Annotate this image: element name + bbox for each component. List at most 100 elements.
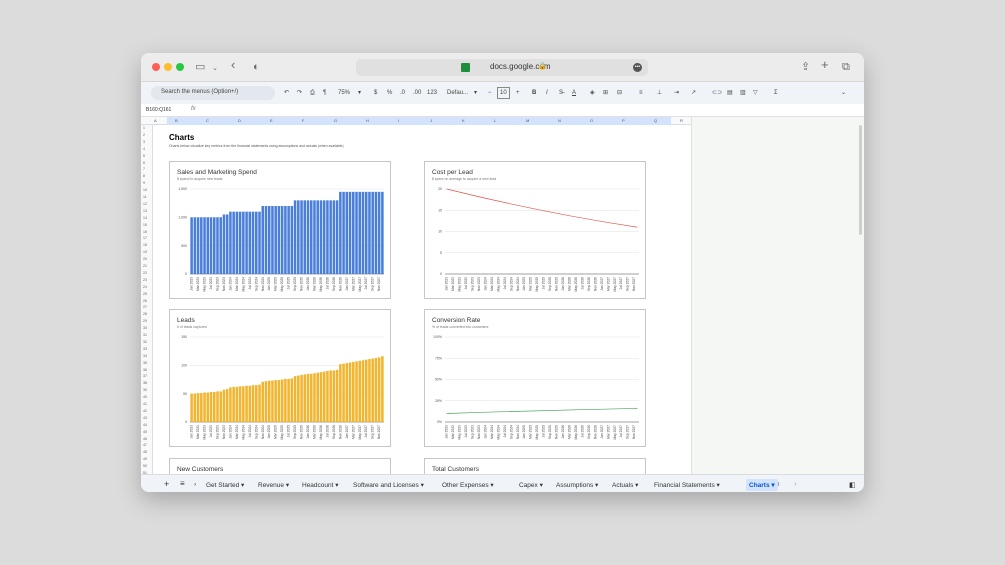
column-header-f[interactable]: F [302,118,304,123]
filter-icon[interactable]: ▽ [753,89,758,97]
row-header[interactable]: 47 [143,443,147,447]
row-header[interactable]: 15 [143,223,147,227]
sheet-tab-headcount[interactable]: Headcount ▾ [299,479,342,491]
row-header[interactable]: 19 [143,250,147,254]
row-header[interactable]: 30 [143,326,147,330]
row-header[interactable]: 12 [143,202,147,206]
scroll-tabs-right-icon[interactable]: › [791,477,800,489]
chevron-down-icon[interactable]: ⌄ [212,62,218,76]
vertical-scrollbar[interactable] [859,125,862,235]
column-header-n[interactable]: N [558,118,561,123]
row-header[interactable]: 10 [143,188,147,192]
vertical-align-icon[interactable]: ⊥ [657,89,662,97]
sheet-tab-charts[interactable]: Charts ▾ [746,479,778,491]
row-header[interactable]: 21 [143,264,147,268]
row-header[interactable]: 44 [143,423,147,427]
insert-comment-icon[interactable]: ▤ [727,89,733,97]
fill-color-icon[interactable]: ◈ [590,89,595,97]
functions-icon[interactable]: Σ [774,89,778,97]
sheet-tab-assumptions[interactable]: Assumptions ▾ [553,479,601,491]
sheet-tab-capex[interactable]: Capex ▾ [516,479,546,491]
column-header-e[interactable]: E [270,118,273,123]
address-bar[interactable]: docs.google.com 🔒 ••• [356,59,648,76]
more-options-icon[interactable]: ••• [633,63,642,72]
row-header[interactable]: 1 [143,126,145,130]
row-header[interactable]: 22 [143,271,147,275]
row-header[interactable]: 41 [143,402,147,406]
column-header-g[interactable]: G [334,118,337,123]
new-tab-icon[interactable]: + [821,58,829,72]
row-header[interactable]: 11 [143,195,147,199]
column-header-c[interactable]: C [206,118,209,123]
row-header[interactable]: 3 [143,140,145,144]
chart-card-conversion-rate[interactable]: Conversion Rate % of leads converted int… [424,309,646,447]
row-header[interactable]: 17 [143,236,147,240]
sheet-tab-financial-statements[interactable]: Financial Statements ▾ [651,479,723,491]
sheet-tab-software-and-licenses[interactable]: Software and Licenses ▾ [350,479,427,491]
sheet-tab-actuals[interactable]: Actuals ▾ [609,479,641,491]
row-header[interactable]: 26 [143,299,147,303]
sheet-tab-other-expenses[interactable]: Other Expenses ▾ [439,479,497,491]
decrease-decimal-button[interactable]: .0 [400,89,405,97]
row-header[interactable]: 24 [143,285,147,289]
close-window-button[interactable] [152,63,160,71]
back-icon[interactable]: ‹ [231,58,235,72]
italic-icon[interactable]: I [546,89,548,97]
column-header-m[interactable]: M [526,118,529,123]
sheet-grid[interactable]: Charts Charts below visualize key metric… [153,125,691,478]
chart-card-sales-marketing[interactable]: Sales and Marketing Spend $ spend to acq… [169,161,391,299]
menu-search-input[interactable]: Search the menus (Option+/) [151,86,275,100]
row-header[interactable]: 2 [143,133,145,137]
row-header[interactable]: 9 [143,181,145,185]
row-header[interactable]: 18 [143,243,147,247]
row-header[interactable]: 39 [143,388,147,392]
zoom-select[interactable]: 75% [338,89,350,97]
bold-icon[interactable]: B [532,89,536,97]
borders-icon[interactable]: ⊞ [603,89,608,97]
maximize-window-button[interactable] [176,63,184,71]
explore-icon[interactable]: ◧ [846,479,859,491]
row-header[interactable]: 5 [143,154,145,158]
collapse-toolbar-icon[interactable]: ⌄ [841,89,846,97]
sidebar-toggle-icon[interactable]: ▭ [195,60,205,74]
row-header[interactable]: 29 [143,319,147,323]
column-header-r[interactable]: R [680,118,683,123]
merge-cells-icon[interactable]: ⊟ [617,89,622,97]
row-header[interactable]: 36 [143,368,147,372]
row-header[interactable]: 28 [143,312,147,316]
chevron-right-icon[interactable]: › [191,479,199,491]
sheet-tab-revenue[interactable]: Revenue ▾ [255,479,292,491]
insert-chart-icon[interactable]: ▥ [740,89,746,97]
column-header-b[interactable]: B [175,118,178,123]
currency-button[interactable]: $ [374,89,377,97]
privacy-shield-icon[interactable]: ◐ [253,60,260,74]
horizontal-align-icon[interactable]: ≡ [639,89,643,97]
column-header-j[interactable]: J [430,118,432,123]
row-header[interactable]: 14 [143,216,147,220]
sheet-tab-get-started[interactable]: Get Started ▾ [203,479,247,491]
row-header[interactable]: 20 [143,257,147,261]
column-header-h[interactable]: H [366,118,369,123]
text-color-icon[interactable]: A [572,89,576,97]
percent-button[interactable]: % [387,89,392,97]
increase-decimal-button[interactable]: .00 [413,89,421,97]
tab-overview-icon[interactable]: ⧉ [842,60,850,74]
font-select[interactable]: Defau... [447,89,468,97]
row-header[interactable]: 49 [143,457,147,461]
insert-link-icon[interactable]: ⊂⊃ [712,89,722,97]
column-header-k[interactable]: K [462,118,465,123]
row-header[interactable]: 43 [143,416,147,420]
column-header-i[interactable]: I [398,118,399,123]
row-header[interactable]: 25 [143,292,147,296]
row-header[interactable]: 31 [143,333,147,337]
column-header-d[interactable]: D [238,118,241,123]
text-wrap-icon[interactable]: ⇥ [674,89,679,97]
redo-icon[interactable]: ↷ [297,89,302,97]
row-header[interactable]: 38 [143,381,147,385]
undo-icon[interactable]: ↶ [284,89,289,97]
row-header[interactable]: 6 [143,161,145,165]
add-sheet-icon[interactable]: + [161,477,172,489]
chart-card-cost-per-lead[interactable]: Cost per Lead $ spent on average to acqu… [424,161,646,299]
column-header-q[interactable]: Q [654,118,657,123]
row-header[interactable]: 23 [143,278,147,282]
